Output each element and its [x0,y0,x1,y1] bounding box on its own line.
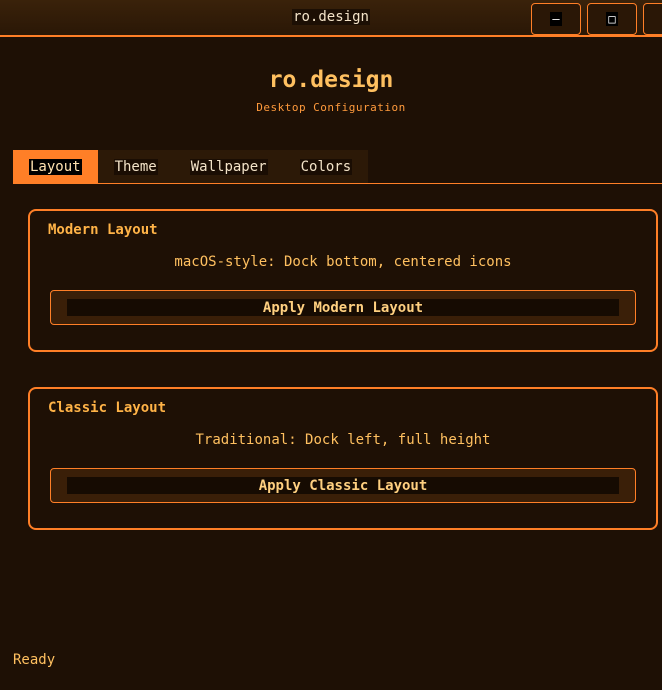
button-label: Apply Classic Layout [67,477,619,494]
tab-theme[interactable]: Theme [97,150,174,183]
modern-layout-card: Modern Layout macOS-style: Dock bottom, … [28,209,658,352]
tab-bar: Layout Theme Wallpaper Colors [13,150,369,183]
apply-classic-layout-button[interactable]: Apply Classic Layout [50,468,636,503]
tab-wallpaper[interactable]: Wallpaper [173,150,284,183]
close-button[interactable] [643,3,662,35]
tab-divider [13,183,662,184]
tab-colors[interactable]: Colors [283,150,369,183]
classic-layout-card: Classic Layout Traditional: Dock left, f… [28,387,658,530]
app-title: ro.design [268,67,394,93]
status-text: Ready [13,652,56,668]
card-title: Modern Layout [48,222,158,238]
maximize-button[interactable]: □ [587,3,637,35]
apply-modern-layout-button[interactable]: Apply Modern Layout [50,290,636,325]
app-subtitle: Desktop Configuration [256,101,406,114]
maximize-icon: □ [606,12,618,26]
card-title: Classic Layout [48,400,167,416]
card-description: Traditional: Dock left, full height [195,432,491,448]
minimize-button[interactable]: — [531,3,581,35]
window-titlebar[interactable]: ro.design — □ [0,0,662,37]
card-description: macOS-style: Dock bottom, centered icons [174,254,512,270]
button-label: Apply Modern Layout [67,299,619,316]
minimize-icon: — [550,12,562,26]
tab-layout[interactable]: Layout [13,150,98,183]
